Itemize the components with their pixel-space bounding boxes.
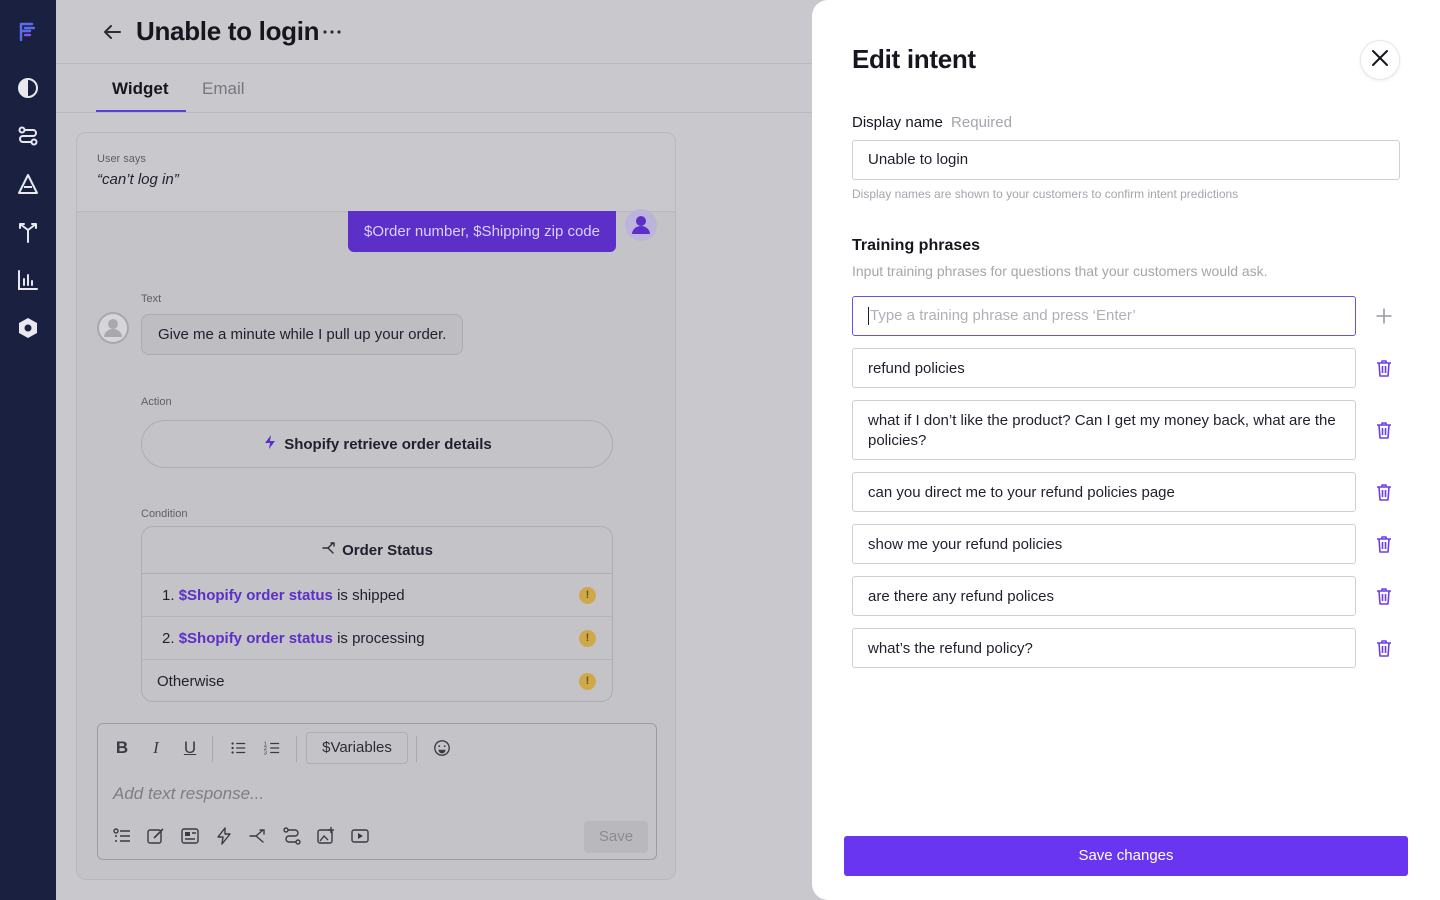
- page-title: Unable to login: [136, 16, 320, 46]
- trash-icon[interactable]: [1374, 420, 1394, 440]
- user-says-text: “can’t log in”: [97, 171, 179, 188]
- display-name-label: Display name Required: [852, 114, 1012, 131]
- condition-text: is processing: [337, 630, 425, 647]
- user-message-bubble[interactable]: $Order number, $Shipping zip code: [348, 211, 616, 252]
- condition-row[interactable]: 1. $Shopify order status is shipped !: [142, 574, 612, 617]
- add-image-icon[interactable]: [316, 826, 338, 848]
- tab-email[interactable]: Email: [202, 79, 245, 99]
- variables-button[interactable]: $Variables: [306, 732, 408, 764]
- trash-icon[interactable]: [1374, 534, 1394, 554]
- bold-icon[interactable]: B: [110, 736, 134, 760]
- condition-label: Condition: [141, 508, 188, 520]
- route-icon[interactable]: [282, 826, 304, 848]
- phrase-field[interactable]: can you direct me to your refund policie…: [852, 472, 1356, 512]
- condition-number: 1.: [162, 587, 175, 604]
- trash-icon[interactable]: [1374, 586, 1394, 606]
- display-name-input[interactable]: Unable to login: [852, 140, 1400, 180]
- condition-row[interactable]: 2. $Shopify order status is processing !: [142, 617, 612, 660]
- active-tab-indicator: [96, 110, 186, 112]
- top-bar: Unable to login: [56, 0, 816, 64]
- new-phrase-placeholder: Type a training phrase and press ‘Enter’: [870, 307, 1136, 324]
- action-lightning-icon[interactable]: [214, 826, 236, 848]
- new-phrase-input[interactable]: Type a training phrase and press ‘Enter’: [852, 296, 1356, 336]
- phrase-field[interactable]: refund policies: [852, 348, 1356, 388]
- flow-icon[interactable]: [16, 124, 40, 148]
- branch-icon: [321, 540, 337, 560]
- toolbar-divider: [416, 736, 417, 762]
- svg-text:3: 3: [264, 750, 267, 756]
- close-button[interactable]: [1360, 40, 1400, 80]
- emoji-icon[interactable]: [430, 736, 454, 760]
- condition-block: Order Status 1. $Shopify order status is…: [141, 526, 613, 702]
- display-name-help: Display names are shown to your customer…: [852, 187, 1239, 201]
- action-text: Shopify retrieve order details: [284, 435, 492, 453]
- user-says-section: User says “can’t log in”: [77, 133, 675, 212]
- sidebar: [0, 0, 56, 900]
- training-phrases-subtitle: Input training phrases for questions tha…: [852, 263, 1268, 279]
- bot-text-bubble[interactable]: Give me a minute while I pull up your or…: [141, 314, 464, 355]
- half-circle-icon[interactable]: [16, 76, 40, 100]
- condition-title: Order Status: [342, 541, 433, 559]
- condition-variable: $Shopify order status: [178, 630, 333, 647]
- warning-icon: !: [579, 630, 596, 647]
- condition-row-otherwise[interactable]: Otherwise !: [142, 660, 612, 701]
- condition-text: Otherwise: [157, 673, 225, 690]
- warning-icon: !: [579, 673, 596, 690]
- condition-variable: $Shopify order status: [178, 587, 333, 604]
- numbered-list-icon[interactable]: 123: [260, 736, 284, 760]
- channel-tabs: Widget Email: [56, 65, 816, 113]
- action-label: Action: [141, 396, 172, 408]
- condition-header[interactable]: Order Status: [142, 527, 612, 574]
- phrase-field[interactable]: what’s the refund policy?: [852, 628, 1356, 668]
- bar-chart-icon[interactable]: [16, 268, 40, 292]
- logo-icon[interactable]: [16, 20, 40, 44]
- drawer-title: Edit intent: [852, 44, 976, 74]
- bot-avatar: [97, 312, 129, 344]
- add-phrase-icon[interactable]: [1372, 304, 1396, 328]
- edit-intent-drawer: Edit intent Display name Required Unable…: [812, 0, 1440, 900]
- text-cursor: [868, 307, 869, 326]
- save-changes-button[interactable]: Save changes: [844, 836, 1408, 876]
- phrase-field[interactable]: show me your refund policies: [852, 524, 1356, 564]
- add-video-icon[interactable]: [350, 826, 372, 848]
- toolbar-divider: [296, 736, 297, 762]
- back-arrow-icon[interactable]: [100, 20, 124, 44]
- text-label: Text: [141, 293, 162, 305]
- trash-icon[interactable]: [1374, 358, 1394, 378]
- user-says-label: User says: [97, 153, 146, 165]
- phrase-field[interactable]: what if I don’t like the product? Can I …: [852, 400, 1356, 460]
- split-arrows-icon[interactable]: [16, 220, 40, 244]
- condition-number: 2.: [162, 630, 175, 647]
- lightning-icon: [262, 434, 278, 454]
- trash-icon[interactable]: [1374, 482, 1394, 502]
- toolbar-divider: [212, 736, 213, 762]
- card-icon[interactable]: [180, 826, 202, 848]
- close-icon: [1370, 48, 1390, 73]
- edit-note-icon[interactable]: [146, 826, 168, 848]
- conversation-card: User says “can’t log in” $Order number, …: [76, 132, 676, 880]
- warning-icon: !: [579, 587, 596, 604]
- user-avatar: [625, 209, 657, 241]
- required-label: Required: [951, 114, 1012, 131]
- condition-text: is shipped: [337, 587, 405, 604]
- hexagon-settings-icon[interactable]: [16, 316, 40, 340]
- response-input[interactable]: Add text response...: [113, 784, 264, 804]
- display-name-label-text: Display name: [852, 114, 943, 131]
- more-options-icon[interactable]: [320, 20, 344, 44]
- phrase-field[interactable]: are there any refund polices: [852, 576, 1356, 616]
- training-phrases-title: Training phrases: [852, 237, 981, 254]
- response-editor: B I U 123 $Variables Add text response..…: [97, 723, 657, 860]
- action-block[interactable]: Shopify retrieve order details: [141, 420, 613, 468]
- italic-icon[interactable]: I: [144, 736, 168, 760]
- triangle-icon[interactable]: [16, 172, 40, 196]
- bullet-list-icon[interactable]: [226, 736, 250, 760]
- tab-widget[interactable]: Widget: [112, 79, 169, 99]
- editor-save-button[interactable]: Save: [584, 821, 648, 853]
- list-options-icon[interactable]: [112, 826, 134, 848]
- trash-icon[interactable]: [1374, 638, 1394, 658]
- underline-icon[interactable]: U: [178, 736, 202, 760]
- condition-branch-icon[interactable]: [248, 826, 270, 848]
